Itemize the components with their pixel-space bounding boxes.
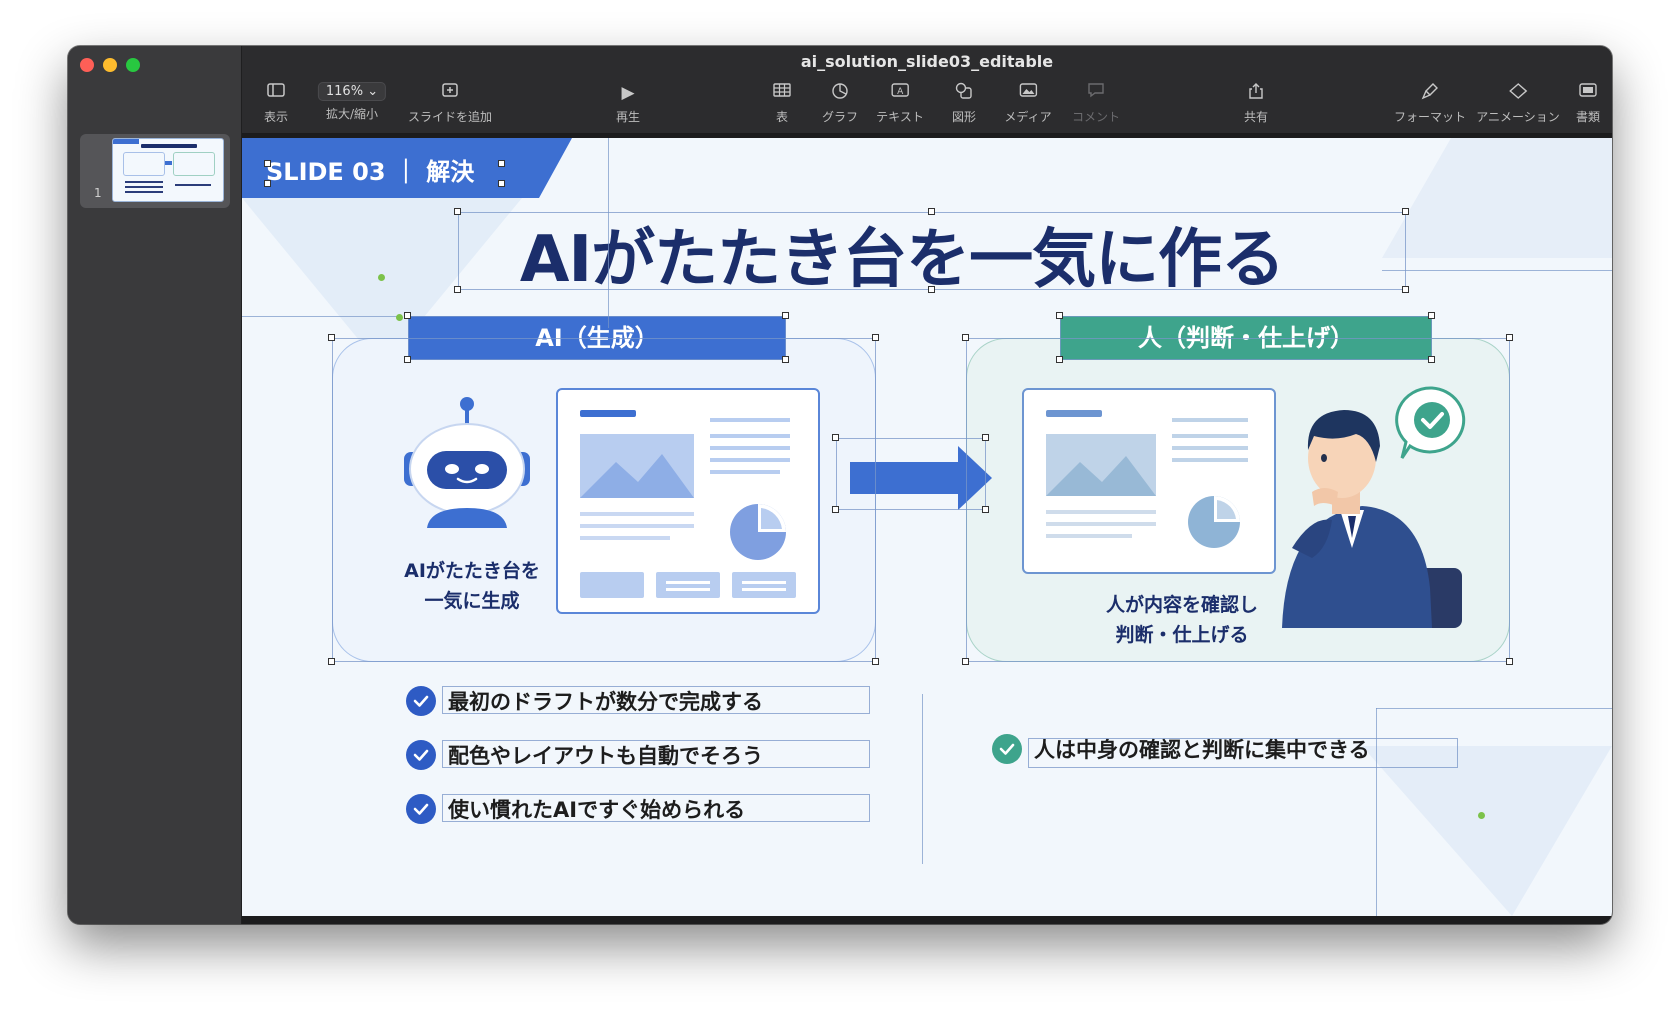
animate-button[interactable]: アニメーション <box>1476 82 1560 125</box>
chart-label: グラフ <box>821 110 859 124</box>
alignment-guide <box>242 316 402 317</box>
shape-label: 図形 <box>951 110 977 124</box>
human-caption-line2: 判断・仕上げる <box>1115 624 1249 646</box>
window-title: ai_solution_slide03_editable <box>800 52 1054 71</box>
ai-caption[interactable]: AIがたたき台を 一気に生成 <box>372 556 572 616</box>
share-label: 共有 <box>1243 110 1269 124</box>
ai-document-mockup[interactable] <box>556 388 820 614</box>
zoom-button[interactable] <box>126 58 140 72</box>
play-icon: ▶ <box>621 83 635 103</box>
app-window: 1 ai_solution_slide03_editable 表示 116% ⌄… <box>68 46 1612 924</box>
add-slide-label: スライドを追加 <box>407 110 493 124</box>
format-button[interactable]: フォーマット <box>1394 82 1466 125</box>
share-icon <box>1244 82 1268 104</box>
format-label: フォーマット <box>1393 110 1467 124</box>
checkmark-icon <box>406 740 436 770</box>
comment-icon <box>1072 82 1120 104</box>
zoom-dropdown[interactable]: 116% ⌄ <box>317 82 387 101</box>
ai-caption-line2: 一気に生成 <box>424 590 520 612</box>
document-illustration-icon <box>1046 410 1248 548</box>
ai-point[interactable]: 使い慣れたAIですぐ始められる <box>406 792 745 826</box>
toolbar: ai_solution_slide03_editable 表示 116% ⌄ 拡… <box>242 46 1612 134</box>
human-caption[interactable]: 人が内容を確認し 判断・仕上げる <box>1042 590 1322 650</box>
sidebar-icon <box>264 82 288 104</box>
chart-button[interactable]: グラフ <box>822 82 858 125</box>
slide-canvas[interactable]: SLIDE 03 ｜ 解決 AIがたたき台を一気に作る AI（生成） 人（判断・… <box>242 134 1612 924</box>
checkmark-icon <box>992 734 1022 764</box>
media-button[interactable]: メディア <box>1004 82 1052 125</box>
text-button[interactable]: A テキスト <box>876 82 924 125</box>
human-point-text: 人は中身の確認と判断に集中できる <box>1034 738 1370 762</box>
right-arrow-icon[interactable] <box>846 444 996 512</box>
share-button[interactable]: 共有 <box>1244 82 1268 125</box>
shape-icon <box>952 82 976 104</box>
comment-button[interactable]: コメント <box>1072 82 1120 125</box>
human-document-mockup[interactable] <box>1022 388 1276 574</box>
slide-navigator: 1 <box>68 46 242 924</box>
document-label: 書類 <box>1575 110 1601 124</box>
slide-thumbnail-number: 1 <box>94 186 102 200</box>
close-button[interactable] <box>80 58 94 72</box>
checkmark-icon <box>406 794 436 824</box>
robot-icon[interactable] <box>392 396 542 528</box>
checkmark-icon <box>406 686 436 716</box>
alignment-guide <box>1376 708 1612 709</box>
human-header[interactable]: 人（判断・仕上げ） <box>1060 316 1432 360</box>
view-label: 表示 <box>263 110 289 124</box>
document-icon <box>1576 82 1600 104</box>
zoom-control[interactable]: 116% ⌄ 拡大/縮小 <box>317 82 387 122</box>
window-controls <box>80 58 140 72</box>
ai-caption-line1: AIがたたき台を <box>404 560 540 582</box>
table-icon <box>773 82 791 104</box>
text-label: テキスト <box>876 110 924 124</box>
table-label: 表 <box>775 110 788 124</box>
add-slide-icon <box>408 82 492 104</box>
minimize-button[interactable] <box>103 58 117 72</box>
ai-point[interactable]: 配色やレイアウトも自動でそろう <box>406 738 763 772</box>
chevron-down-icon: ⌄ <box>367 84 379 99</box>
slide-tag[interactable]: SLIDE 03 ｜ 解決 <box>242 138 572 198</box>
alignment-guide <box>608 138 609 328</box>
animate-label: アニメーション <box>1476 110 1560 124</box>
document-button[interactable]: 書類 <box>1576 82 1600 125</box>
add-slide-button[interactable]: スライドを追加 <box>408 82 492 125</box>
alignment-guide <box>1382 270 1612 271</box>
text-icon: A <box>876 82 924 104</box>
comment-label: コメント <box>1071 110 1121 124</box>
image-icon <box>1004 82 1051 104</box>
shape-button[interactable]: 図形 <box>952 82 976 125</box>
human-point[interactable]: 人は中身の確認と判断に集中できる <box>992 732 1370 766</box>
zoom-label: 拡大/縮小 <box>325 107 379 121</box>
human-caption-line1: 人が内容を確認し <box>1105 594 1258 616</box>
background-triangle <box>1362 746 1612 916</box>
ai-header[interactable]: AI（生成） <box>408 316 786 360</box>
ai-point-text: 使い慣れたAIですぐ始められる <box>448 798 746 822</box>
slide-thumbnail[interactable] <box>112 138 224 202</box>
alignment-guide <box>922 694 923 864</box>
document-illustration-icon <box>580 410 796 598</box>
slide-title[interactable]: AIがたたき台を一気に作る <box>492 208 1312 300</box>
view-button[interactable]: 表示 <box>264 82 288 125</box>
chart-icon <box>822 82 858 104</box>
ai-point[interactable]: 最初のドラフトが数分で完成する <box>406 684 763 718</box>
paintbrush-icon <box>1394 82 1466 104</box>
check-bubble-icon[interactable] <box>1392 384 1472 464</box>
alignment-guide <box>1376 708 1377 916</box>
media-label: メディア <box>1004 110 1052 124</box>
svg-text:A: A <box>897 87 904 97</box>
ai-point-text: 最初のドラフトが数分で完成する <box>448 690 763 714</box>
play-label: 再生 <box>615 110 641 124</box>
slide[interactable]: SLIDE 03 ｜ 解決 AIがたたき台を一気に作る AI（生成） 人（判断・… <box>242 138 1612 916</box>
zoom-value: 116% <box>325 84 364 99</box>
ai-point-text: 配色やレイアウトも自動でそろう <box>448 744 763 768</box>
play-button[interactable]: ▶ 再生 <box>616 82 640 125</box>
table-button[interactable]: 表 <box>773 82 791 125</box>
diamond-icon <box>1476 82 1560 104</box>
background-shape <box>1382 138 1612 258</box>
